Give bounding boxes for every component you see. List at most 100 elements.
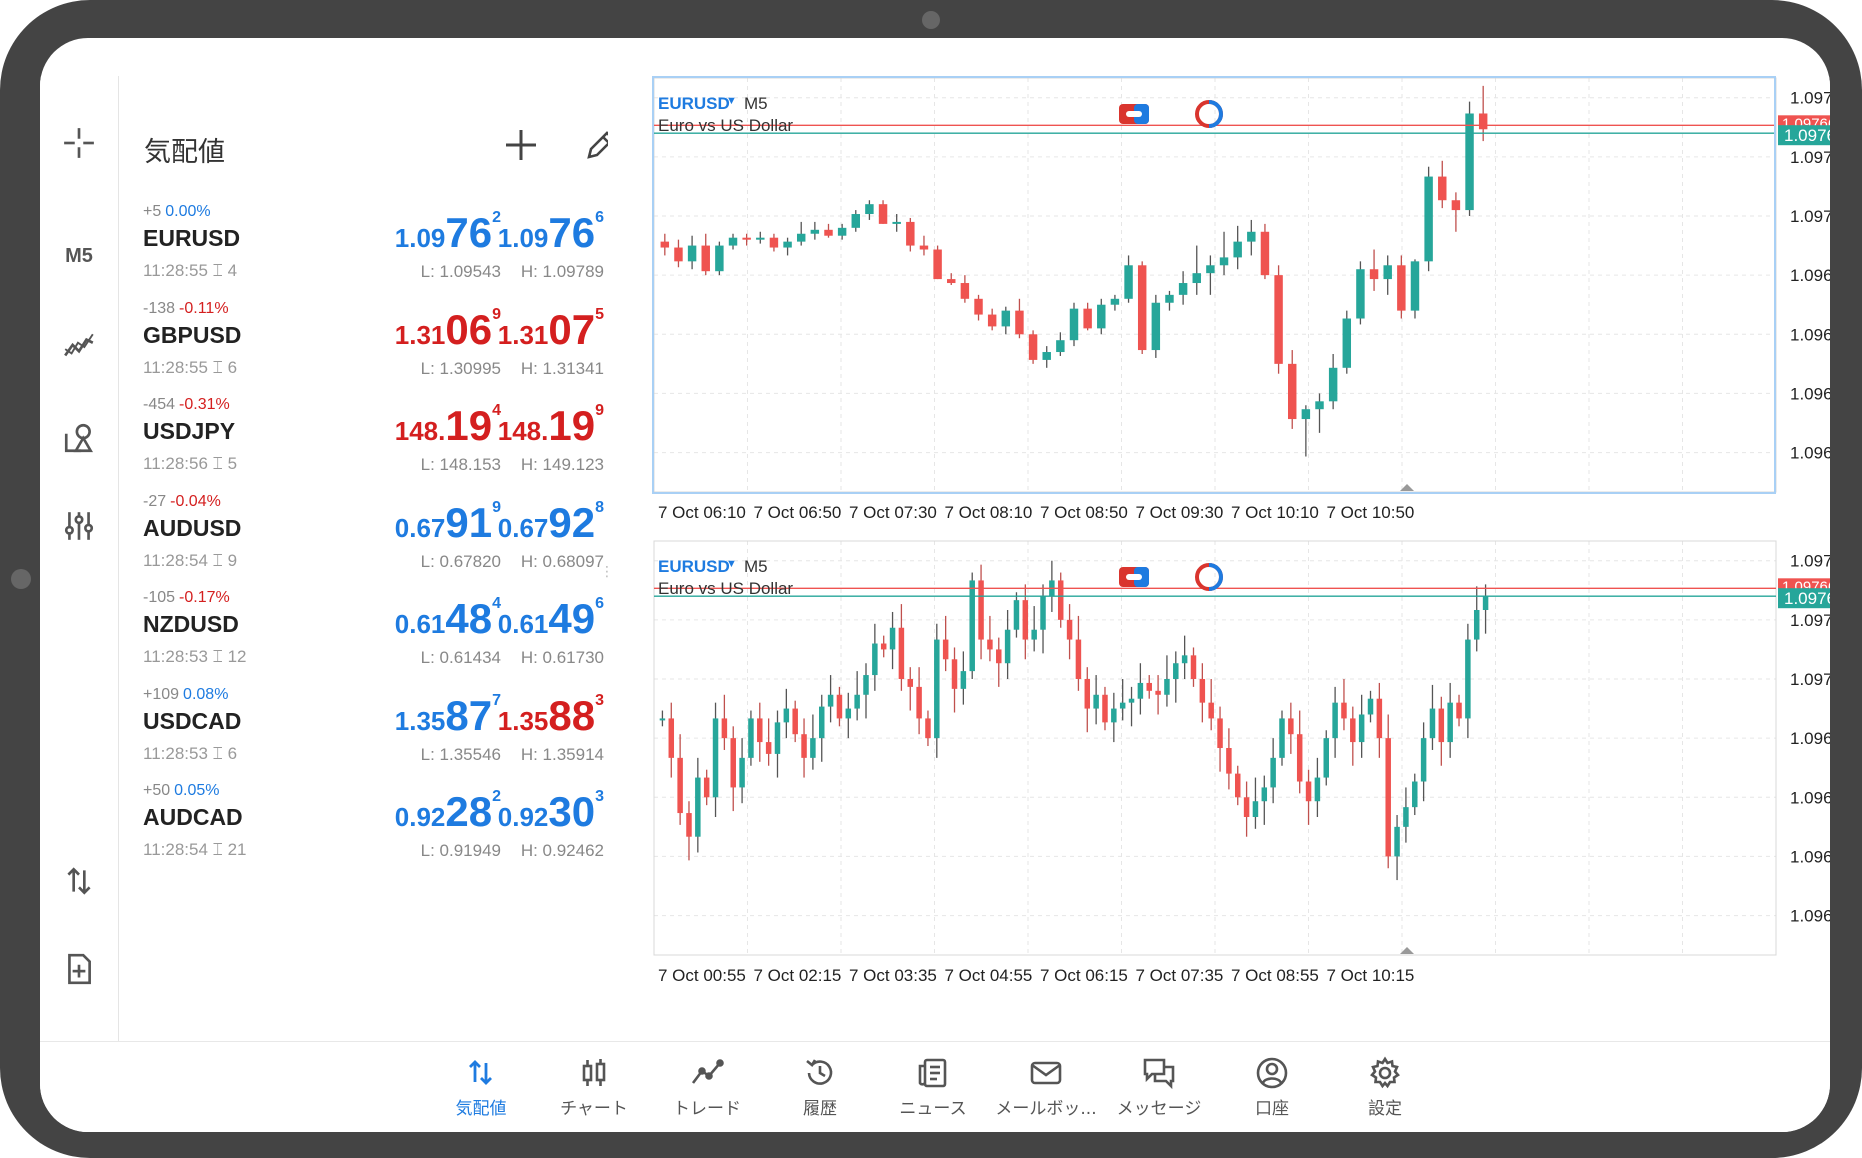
- bid-price[interactable]: 0.67919: [395, 499, 501, 547]
- crosshair-icon[interactable]: [40, 118, 118, 168]
- tab-label: 口座: [1255, 1099, 1289, 1119]
- change-percent: -0.31%: [179, 396, 230, 413]
- mail-icon: [1030, 1061, 1062, 1085]
- candle-body: [1270, 757, 1276, 788]
- candle-body: [1252, 801, 1259, 817]
- bid-prefix: 1.31: [394, 319, 446, 350]
- change-points: -138: [143, 299, 176, 317]
- low-price: L: 1.30995: [420, 358, 501, 378]
- candle-body: [1385, 738, 1391, 857]
- candle-body: [889, 627, 896, 650]
- objects-icon[interactable]: [40, 413, 118, 463]
- price-chart-svg[interactable]: 1.09780 1.09750 1.09720 1.09690 1.09660 1.096…: [608, 539, 1830, 994]
- price-axis-label: 1.09690: [1790, 729, 1830, 748]
- time-axis-label: 7 Oct 06:10: [658, 503, 746, 522]
- bid-price[interactable]: 1.31069: [395, 306, 501, 354]
- chart-timeframe: M5: [744, 557, 768, 576]
- candle-body: [1057, 580, 1064, 620]
- chart-symbol[interactable]: EURUSD: [658, 94, 730, 114]
- candle-body: [996, 649, 1002, 664]
- candle-body: [1013, 600, 1020, 630]
- chart-bottom[interactable]: 1.09780 1.09750 1.09720 1.09690 1.09660 1.096…: [608, 539, 1830, 994]
- quote-row[interactable]: +50 0.05% AUDCAD 11:28:54 ⌶ 21 0.92282 0.9230…: [119, 782, 607, 896]
- camera-dot: [922, 11, 940, 29]
- ask-price[interactable]: 148.199: [498, 402, 604, 450]
- time-value: 11:28:54: [143, 840, 208, 859]
- new-order-icon[interactable]: [40, 944, 118, 994]
- timeframe-button[interactable]: M5: [40, 231, 118, 281]
- add-symbol-icon[interactable]: [502, 126, 540, 164]
- ask-pips: 76: [548, 209, 596, 256]
- bid-price[interactable]: 0.92282: [395, 788, 501, 836]
- low-price: L: 1.35546: [420, 744, 501, 764]
- spread-icon: ⌶: [207, 743, 228, 763]
- spread-value: 6: [227, 357, 238, 377]
- tab-account[interactable]: 口座: [1217, 1056, 1327, 1119]
- left-toolbar: M5: [40, 76, 118, 1041]
- tab-trade[interactable]: トレード: [652, 1056, 762, 1119]
- ask-price[interactable]: 0.61496: [498, 595, 604, 643]
- ask-price[interactable]: 1.35883: [498, 692, 604, 740]
- settings-sliders-icon[interactable]: [40, 501, 118, 551]
- chart-timeframe: M5: [744, 94, 768, 113]
- candle-body: [1332, 702, 1338, 739]
- ask-price[interactable]: 0.67928: [498, 499, 604, 547]
- candle-body: [1261, 787, 1268, 802]
- tab-settings[interactable]: 設定: [1330, 1056, 1440, 1119]
- tab-news[interactable]: ニュース: [878, 1056, 988, 1119]
- price-axis-label: 1.09780: [1790, 552, 1830, 571]
- candle-body: [969, 580, 975, 672]
- trade-arrows-icon[interactable]: [40, 856, 118, 906]
- candle-body: [774, 722, 781, 754]
- indicators-icon[interactable]: [40, 322, 118, 372]
- candle-body: [686, 813, 692, 837]
- candle-body: [978, 580, 984, 640]
- spread-icon: ⌶: [207, 647, 228, 666]
- spread-value: 4: [227, 261, 238, 280]
- tab-mailbox[interactable]: メールボッ...: [991, 1056, 1101, 1119]
- symbol-name: GBPUSD: [143, 321, 242, 348]
- symbol-name: USDCAD: [143, 707, 242, 734]
- ask-pips: 30: [548, 788, 596, 835]
- symbol-dropdown-icon[interactable]: ▼: [726, 95, 737, 107]
- candle-body: [1128, 698, 1135, 703]
- daily-change: -454 -0.31%: [143, 396, 230, 414]
- ask-price[interactable]: 1.31075: [498, 306, 604, 354]
- quote-time: 11:28:54 ⌶ 9: [143, 551, 237, 571]
- change-points: +5: [143, 203, 162, 220]
- tab-chart[interactable]: チャート: [539, 1056, 649, 1119]
- bid-price[interactable]: 148.194: [395, 402, 501, 450]
- candle-body: [1412, 781, 1418, 808]
- bid-price[interactable]: 0.61484: [395, 595, 501, 643]
- tab-label: 設定: [1368, 1099, 1402, 1119]
- daily-change: +50 0.05%: [143, 782, 220, 800]
- low-price: L: 1.09543: [420, 262, 501, 281]
- candle-body: [1296, 734, 1303, 782]
- candle-body: [1093, 694, 1099, 709]
- bid-prefix: 0.67: [394, 512, 446, 543]
- candle-body: [1208, 702, 1214, 719]
- tab-quotes[interactable]: 気配値: [426, 1056, 536, 1119]
- time-value: 11:28:55: [143, 357, 208, 377]
- change-points: -27: [143, 492, 167, 510]
- spread-icon: ⌶: [207, 454, 228, 473]
- time-value: 11:28:54: [143, 550, 208, 570]
- time-axis-label: 7 Oct 09:30: [1136, 503, 1224, 522]
- change-percent: -0.04%: [170, 492, 221, 510]
- chart-symbol[interactable]: EURUSD: [658, 557, 730, 577]
- bid-price[interactable]: 1.35877: [395, 692, 501, 740]
- ask-price[interactable]: 0.92303: [498, 788, 604, 836]
- spread-icon: ⌶: [207, 261, 228, 280]
- quotes-title: 気配値: [144, 137, 225, 168]
- bid-pips: 28: [445, 788, 493, 835]
- tab-history[interactable]: 履歴: [765, 1056, 875, 1119]
- ask-pips: 88: [548, 691, 596, 739]
- candle-body: [819, 706, 825, 739]
- chart-top[interactable]: 1.09780 1.09750 1.09720 1.09690 1.09660 1.096…: [608, 76, 1830, 531]
- tab-messages[interactable]: メッセージ: [1104, 1056, 1214, 1119]
- bid-price[interactable]: 1.09762: [395, 209, 501, 257]
- high-price: H: 0.92462: [520, 841, 604, 860]
- time-axis-label: 7 Oct 02:15: [754, 966, 842, 985]
- ask-price[interactable]: 1.09766: [498, 209, 604, 257]
- symbol-dropdown-icon[interactable]: ▼: [726, 558, 737, 570]
